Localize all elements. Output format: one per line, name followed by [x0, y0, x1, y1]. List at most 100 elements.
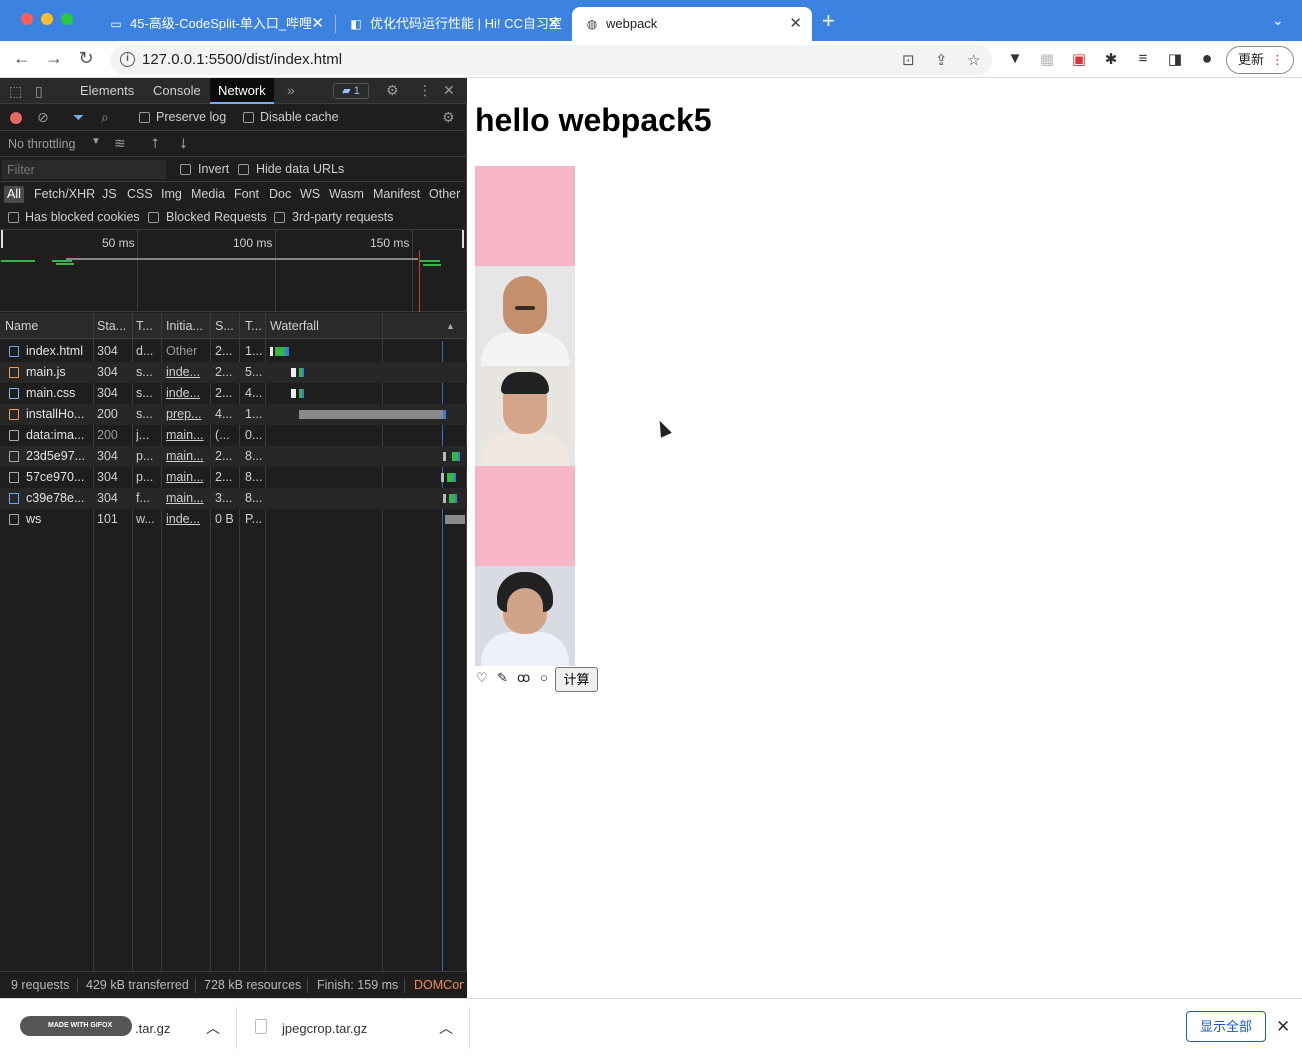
table-row[interactable]: 57ce970... 304 p... main... 2... 8...	[0, 467, 467, 488]
throttling-select[interactable]: No throttling	[8, 137, 75, 151]
table-row[interactable]: installHo... 200 s... prep... 4... 1...	[0, 404, 467, 425]
share-icon[interactable]: ⇪	[935, 51, 948, 69]
vue-devtools-icon[interactable]: ▼	[1005, 50, 1025, 67]
filter-all[interactable]: All	[4, 186, 24, 203]
reading-list-icon[interactable]: ≡	[1133, 50, 1153, 67]
request-name[interactable]: data:ima...	[26, 425, 92, 446]
side-panel-icon[interactable]: ◨	[1165, 50, 1185, 68]
filter-funnel-icon[interactable]: ⏷	[73, 109, 84, 126]
profile-avatar-icon[interactable]: ●	[1197, 48, 1217, 69]
filter-media[interactable]: Media	[188, 186, 228, 203]
forward-button[interactable]: →	[42, 48, 66, 69]
url-text[interactable]: 127.0.0.1:5500/dist/index.html	[142, 51, 342, 68]
network-conditions-icon[interactable]: ≋	[114, 135, 126, 152]
column-status[interactable]: Sta...	[97, 313, 131, 339]
table-row[interactable]: index.html 304 d... Other 2... 1...	[0, 341, 467, 362]
blocked-requests-checkbox[interactable]	[148, 212, 159, 223]
overview-handle-left[interactable]	[1, 230, 3, 248]
request-name[interactable]: c39e78e...	[26, 488, 92, 509]
table-row[interactable]: data:ima... 200 j... main... (... 0...	[0, 425, 467, 446]
table-row[interactable]: c39e78e... 304 f... main... 3... 8...	[0, 488, 467, 509]
filter-input[interactable]	[2, 160, 166, 179]
kebab-menu-icon[interactable]: ⋮	[418, 82, 432, 99]
address-bar[interactable]: i 127.0.0.1:5500/dist/index.html ⊡ ⇪ ☆	[110, 45, 992, 75]
overview-handle-right[interactable]	[462, 230, 464, 248]
filter-ws[interactable]: WS	[297, 186, 323, 203]
extension-icon[interactable]: ▦	[1037, 50, 1057, 68]
download-item[interactable]: jpegcrop.tar.gz ︿	[237, 999, 469, 1056]
back-button[interactable]: ←	[10, 48, 34, 69]
fe-helper-icon[interactable]: ▣	[1069, 50, 1089, 68]
request-initiator[interactable]: Other	[166, 341, 208, 362]
filter-manifest[interactable]: Manifest	[370, 186, 423, 203]
table-row[interactable]: main.css 304 s... inde... 2... 4...	[0, 383, 467, 404]
column-name[interactable]: Name	[5, 313, 91, 339]
tab-network[interactable]: Network	[210, 78, 274, 104]
close-devtools-icon[interactable]: ✕	[443, 82, 455, 99]
request-name[interactable]: ws	[26, 509, 92, 530]
filter-doc[interactable]: Doc	[266, 186, 294, 203]
network-settings-gear-icon[interactable]: ⚙	[442, 109, 455, 126]
preserve-log-checkbox[interactable]	[139, 112, 150, 123]
request-initiator[interactable]: inde...	[166, 509, 208, 530]
request-name[interactable]: 23d5e97...	[26, 446, 92, 467]
request-name[interactable]: installHo...	[26, 404, 92, 425]
column-initiator[interactable]: Initia...	[166, 313, 210, 339]
reload-button[interactable]: ↻	[74, 48, 98, 69]
update-button[interactable]: 更新 ⋮	[1226, 46, 1294, 74]
column-time[interactable]: T...	[245, 313, 265, 339]
chevron-up-icon[interactable]: ︿	[439, 1018, 453, 1038]
filter-other[interactable]: Other	[426, 186, 463, 203]
table-row[interactable]: main.js 304 s... inde... 2... 5...	[0, 362, 467, 383]
inspect-element-icon[interactable]: ⬚	[9, 83, 22, 100]
request-name[interactable]: main.css	[26, 383, 92, 404]
export-har-icon[interactable]: ⭣	[180, 135, 187, 152]
extensions-puzzle-icon[interactable]: ✱	[1101, 50, 1121, 68]
filter-css[interactable]: CSS	[124, 186, 156, 203]
translate-icon[interactable]: ⊡	[902, 51, 915, 69]
bookmark-star-icon[interactable]: ☆	[967, 51, 980, 69]
invert-checkbox[interactable]	[180, 164, 191, 175]
close-downloads-bar-icon[interactable]: ✕	[1276, 1017, 1290, 1037]
sort-arrow-icon[interactable]: ▲	[446, 313, 455, 339]
more-menu-icon[interactable]: ⋮	[1271, 47, 1284, 73]
column-waterfall[interactable]: Waterfall	[270, 313, 370, 339]
tab-elements[interactable]: Elements	[72, 78, 142, 104]
has-blocked-cookies-checkbox[interactable]	[8, 212, 19, 223]
close-window-button[interactable]	[21, 13, 33, 25]
browser-tab-bilibili[interactable]: ▭ 45-高级-CodeSplit-单入口_哔哩 ✕	[96, 7, 334, 41]
table-row[interactable]: ws 101 w... inde... 0 B P...	[0, 509, 467, 530]
settings-gear-icon[interactable]: ⚙	[386, 82, 399, 99]
request-initiator[interactable]: main...	[166, 467, 208, 488]
filter-js[interactable]: JS	[99, 186, 120, 203]
clear-icon[interactable]: ⊘	[37, 109, 49, 126]
request-initiator[interactable]: inde...	[166, 383, 208, 404]
tab-console[interactable]: Console	[145, 78, 209, 104]
import-har-icon[interactable]: ⭡	[152, 135, 159, 152]
chevron-up-icon[interactable]: ︿	[206, 1018, 220, 1038]
tab-search-chevron-icon[interactable]: ⌄	[1272, 12, 1284, 29]
disable-cache-checkbox[interactable]	[243, 112, 254, 123]
request-name[interactable]: main.js	[26, 362, 92, 383]
column-type[interactable]: T...	[136, 313, 160, 339]
network-overview-timeline[interactable]: 50 ms 100 ms 150 ms	[0, 230, 467, 312]
device-toolbar-icon[interactable]: ▯	[35, 83, 43, 100]
site-info-icon[interactable]: i	[120, 52, 135, 67]
hide-data-urls-checkbox[interactable]	[238, 164, 249, 175]
filter-fetch-xhr[interactable]: Fetch/XHR	[31, 186, 98, 203]
new-tab-button[interactable]: +	[822, 8, 835, 34]
filter-font[interactable]: Font	[231, 186, 262, 203]
close-tab-icon[interactable]: ✕	[311, 7, 324, 41]
search-icon[interactable]: ⌕	[101, 109, 109, 126]
chevron-down-icon[interactable]: ▼	[91, 136, 101, 147]
third-party-checkbox[interactable]	[274, 212, 285, 223]
record-icon[interactable]	[10, 112, 22, 124]
request-initiator[interactable]: prep...	[166, 404, 208, 425]
show-all-downloads-button[interactable]: 显示全部	[1186, 1011, 1266, 1042]
request-initiator[interactable]: main...	[166, 488, 208, 509]
minimize-window-button[interactable]	[41, 13, 53, 25]
browser-tab-cc[interactable]: ◧ 优化代码运行性能 | Hi! CC自习室 ✕	[336, 7, 570, 41]
calculate-button[interactable]: 计算	[555, 667, 598, 692]
request-initiator[interactable]: main...	[166, 446, 208, 467]
close-tab-icon[interactable]: ✕	[547, 7, 560, 41]
